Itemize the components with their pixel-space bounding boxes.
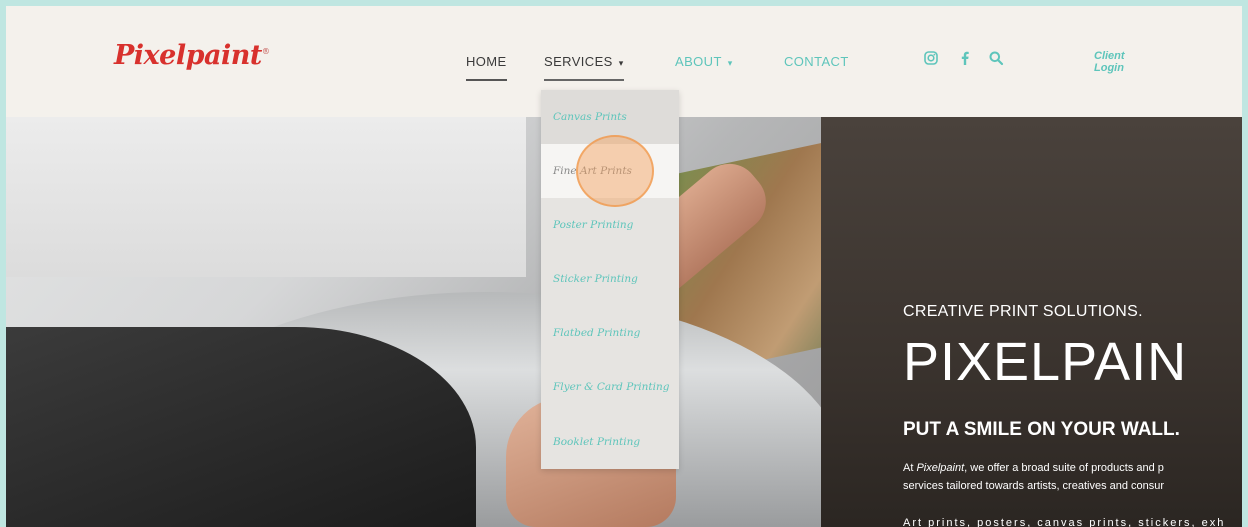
hero-title: PIXELPAIN (903, 332, 1188, 392)
body-brand: Pixelpaint (916, 462, 965, 474)
printer-body (6, 117, 526, 277)
hero-kicker: CREATIVE PRINT SOLUTIONS. (903, 303, 1143, 320)
site-logo[interactable]: Pixelpaint® (114, 40, 270, 71)
nav-services[interactable]: SERVICES ▾ (544, 54, 624, 81)
click-indicator (576, 135, 654, 207)
browser-viewport: Pixelpaint® HOME SERVICES ▾ ABOUT ▾ CONTAC… (6, 6, 1242, 527)
nav-about-label: ABOUT (675, 54, 722, 69)
hero-photo-printer (6, 117, 885, 527)
nav-contact[interactable]: CONTACT (784, 54, 849, 79)
logo-text: Pixelpaint (114, 40, 262, 71)
chevron-down-icon: ▾ (618, 58, 624, 68)
hero-body-line2: services tailored towards artists, creat… (903, 480, 1165, 492)
body-prefix: At (903, 462, 917, 474)
hero-body-line1: At Pixelpaint, we offer a broad suite of… (903, 462, 1164, 474)
menu-item-flatbed-printing[interactable]: Flatbed Printing (541, 306, 679, 360)
menu-item-booklet-printing[interactable]: Booklet Printing (541, 415, 679, 469)
client-login-link[interactable]: Client Login (1094, 50, 1125, 74)
login-line1: Client (1094, 50, 1125, 62)
hero-tagline: PUT A SMILE ON YOUR WALL. (903, 419, 1180, 440)
login-line2: Login (1094, 62, 1124, 74)
hero-body-line3: Art prints, posters, canvas prints, stic… (903, 517, 1226, 527)
nav-home-label: HOME (466, 54, 507, 69)
search-icon[interactable] (988, 50, 1004, 66)
instagram-icon[interactable] (923, 50, 939, 66)
nav-services-label: SERVICES (544, 54, 613, 69)
menu-item-flyer-card-printing[interactable]: Flyer & Card Printing (541, 360, 679, 414)
body-rest: , we offer a broad suite of products and… (964, 462, 1164, 474)
nav-home[interactable]: HOME (466, 54, 507, 81)
nav-contact-label: CONTACT (784, 54, 849, 69)
menu-item-sticker-printing[interactable]: Sticker Printing (541, 252, 679, 306)
logo-registered-mark: ® (261, 47, 270, 56)
nav-about[interactable]: ABOUT ▾ (675, 54, 733, 79)
facebook-icon[interactable] (957, 50, 973, 66)
printer-base (6, 327, 476, 527)
chevron-down-icon: ▾ (727, 58, 733, 68)
